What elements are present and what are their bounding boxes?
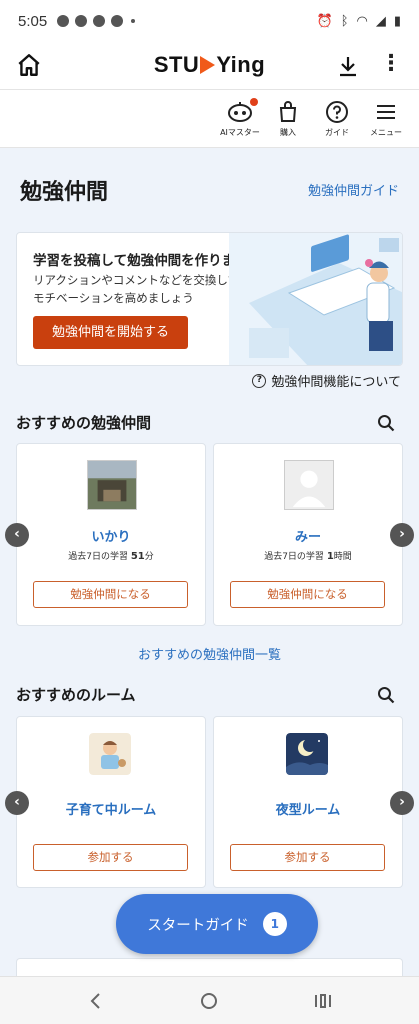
toolbar-item-purchase[interactable]: 購入 — [262, 100, 314, 138]
more-notifications-icon — [131, 19, 136, 23]
notification-dot — [250, 98, 258, 106]
app-notification-icon — [75, 15, 88, 27]
room-card[interactable]: 夜型ルーム 参加する — [213, 716, 403, 888]
carousel-next-arrow-icon[interactable]: › — [390, 523, 414, 547]
battery-icon: ▮ — [393, 13, 401, 29]
app-header: STU Ying ⋮ — [0, 42, 419, 90]
become-partner-button[interactable]: 勉強仲間になる — [230, 581, 385, 608]
avatar — [87, 460, 137, 510]
friend-card[interactable]: みー 過去7日の学習 1時間 勉強仲間になる — [213, 443, 403, 626]
status-time: 5:05 — [18, 12, 48, 30]
friend-card[interactable]: いかり 過去7日の学習 51分 勉強仲間になる — [16, 443, 206, 626]
study-stat: 過去7日の学習 1時間 — [264, 551, 352, 562]
more-vert-icon[interactable]: ⋮ — [380, 53, 402, 78]
chrome-notification-icon — [93, 15, 106, 27]
toolbar-item-guide[interactable]: ガイド — [311, 100, 363, 138]
shopping-bag-icon — [279, 101, 297, 122]
study-partner-guide-link[interactable]: 勉強仲間ガイド — [308, 180, 399, 199]
toolbar-item-ai-master[interactable]: AIマスター — [214, 98, 266, 138]
room-name: 子育て中ルーム — [65, 803, 157, 818]
recent-apps-icon[interactable] — [310, 989, 334, 1013]
search-icon[interactable] — [377, 414, 395, 432]
status-bar: 5:05 ⏰ ᛒ ◠ ◢ ▮ — [0, 0, 419, 42]
menu-icon — [377, 105, 395, 119]
toolbar: AIマスター 購入 ガイド メニュー — [0, 90, 419, 148]
home-circle-icon[interactable] — [197, 989, 221, 1013]
carousel-prev-arrow-icon[interactable]: ‹ — [5, 791, 29, 815]
study-stat: 過去7日の学習 51分 — [68, 551, 154, 562]
search-icon[interactable] — [377, 686, 395, 704]
toolbar-label-guide: ガイド — [325, 128, 349, 137]
become-partner-button[interactable]: 勉強仲間になる — [33, 581, 188, 608]
section-title-recommended-rooms: おすすめのルーム — [16, 686, 136, 704]
about-link-label: 勉強仲間機能について — [271, 375, 401, 390]
childcare-room-icon — [89, 733, 131, 775]
room-name: 夜型ルーム — [275, 803, 341, 818]
friend-name: いかり — [91, 530, 131, 545]
toolbar-label-purchase: 購入 — [280, 128, 296, 137]
carousel-next-arrow-icon[interactable]: › — [390, 791, 414, 815]
toolbar-label-menu: メニュー — [370, 128, 402, 137]
avatar — [284, 460, 334, 510]
about-study-partner-link[interactable]: ? 勉強仲間機能について — [252, 371, 401, 390]
carousel-prev-arrow-icon[interactable]: ‹ — [5, 523, 29, 547]
signal-icon: ◢ — [375, 13, 386, 29]
join-room-button[interactable]: 参加する — [33, 844, 188, 871]
room-card[interactable]: 子育て中ルーム 参加する — [16, 716, 206, 888]
wifi-icon: ◠ — [356, 13, 368, 29]
download-icon[interactable] — [336, 54, 360, 78]
start-guide-label: スタートガイド — [147, 917, 249, 934]
join-room-button[interactable]: 参加する — [230, 844, 385, 871]
study-illustration — [229, 233, 402, 365]
help-circle-icon: ? — [252, 373, 267, 388]
night-room-icon — [286, 733, 328, 775]
toolbar-item-menu[interactable]: メニュー — [360, 100, 412, 138]
recommended-friends-list-link[interactable]: おすすめの勉強仲間一覧 — [0, 644, 419, 663]
next-section-card — [16, 958, 403, 978]
alarm-icon: ⏰ — [316, 13, 333, 29]
bluetooth-icon: ᛒ — [340, 13, 349, 29]
friend-name: みー — [294, 530, 321, 545]
back-icon[interactable] — [84, 989, 108, 1013]
toolbar-label-ai-master: AIマスター — [220, 128, 260, 137]
start-study-partner-button[interactable]: 勉強仲間を開始する — [33, 316, 188, 349]
page-title: 勉強仲間 — [20, 180, 109, 205]
start-guide-button[interactable]: スタートガイド 1 — [116, 894, 318, 954]
section-title-recommended-friends: おすすめの勉強仲間 — [16, 414, 152, 432]
promo-subtext: リアクションやコメントなどを交換して モチベーションを高めましょう — [33, 273, 240, 305]
line-notification-icon — [57, 15, 70, 27]
help-icon — [326, 101, 348, 123]
system-nav-bar — [0, 976, 419, 1024]
u-notification-icon — [111, 15, 124, 27]
start-guide-count-badge: 1 — [262, 912, 287, 936]
promo-card: 学習を投稿して勉強仲間を作りましょう リアクションやコメントなどを交換して モチ… — [16, 232, 403, 366]
